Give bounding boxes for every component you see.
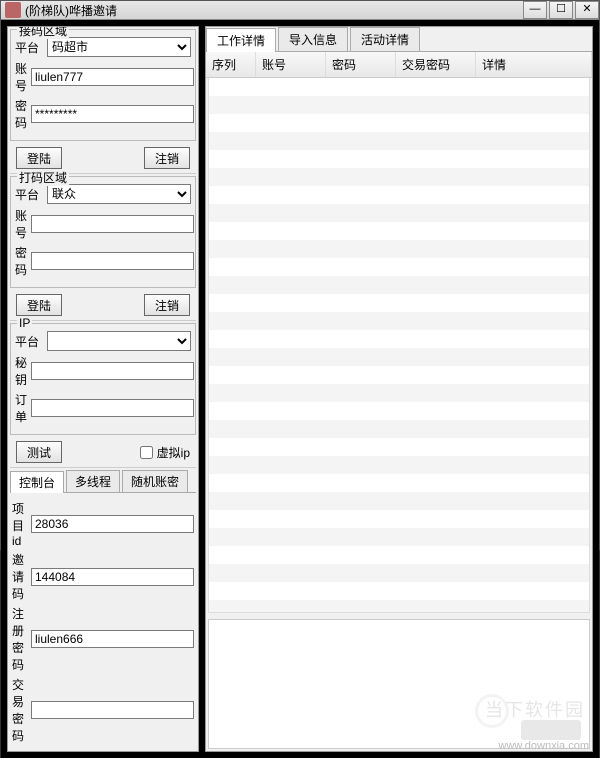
divider <box>10 467 196 468</box>
th-account[interactable]: 账号 <box>256 52 326 77</box>
trade-pwd-label: 交易密码 <box>12 676 27 744</box>
coder-logout-button[interactable]: 注销 <box>144 294 190 316</box>
ip-platform-select[interactable] <box>47 331 191 351</box>
receiver-group: 接码区域 平台 码超市 账号 密码 <box>10 29 196 141</box>
titlebar[interactable]: (阶梯队)哗播邀请 — ☐ ✕ <box>1 1 599 20</box>
coder-platform-select[interactable]: 联众 <box>47 184 191 204</box>
coder-password-label: 密码 <box>15 244 27 278</box>
log-placeholder <box>521 720 581 740</box>
virtual-ip-label: 虚拟ip <box>157 444 190 461</box>
reg-pwd-input[interactable] <box>31 630 194 648</box>
receiver-password-input[interactable] <box>31 105 194 123</box>
app-window: (阶梯队)哗播邀请 — ☐ ✕ 接码区域 平台 码超市 账号 密码 <box>0 0 600 550</box>
receiver-account-input[interactable] <box>31 68 194 86</box>
ip-order-input[interactable] <box>31 399 194 417</box>
receiver-title: 接码区域 <box>17 26 69 39</box>
receiver-password-label: 密码 <box>15 97 27 131</box>
coder-password-input[interactable] <box>31 252 194 270</box>
minimize-button[interactable]: — <box>523 1 547 19</box>
invite-code-input[interactable] <box>31 568 194 586</box>
coder-account-input[interactable] <box>31 215 194 233</box>
coder-title: 打码区域 <box>17 169 69 186</box>
ip-key-label: 秘钥 <box>15 354 27 388</box>
left-panel: 接码区域 平台 码超市 账号 密码 登陆 注销 <box>7 26 199 752</box>
coder-account-label: 账号 <box>15 207 27 241</box>
receiver-account-label: 账号 <box>15 60 27 94</box>
invite-code-label: 邀请码 <box>12 551 27 602</box>
tab-import-info[interactable]: 导入信息 <box>278 27 348 51</box>
coder-group: 打码区域 平台 联众 账号 密码 <box>10 176 196 288</box>
log-area[interactable] <box>208 619 590 749</box>
tab-console[interactable]: 控制台 <box>10 471 64 493</box>
maximize-button[interactable]: ☐ <box>549 1 573 19</box>
right-panel: 工作详情 导入信息 活动详情 序列 账号 密码 交易密码 详情 <box>205 26 593 752</box>
content-area: 接码区域 平台 码超市 账号 密码 登陆 注销 <box>1 20 599 758</box>
tab-work-detail[interactable]: 工作详情 <box>206 28 276 52</box>
th-detail[interactable]: 详情 <box>476 52 592 77</box>
project-id-input[interactable] <box>31 515 194 533</box>
console-panel: 项目id 邀请码 注册密码 交易密码 <box>8 493 198 751</box>
coder-login-button[interactable]: 登陆 <box>16 294 62 316</box>
receiver-logout-button[interactable]: 注销 <box>144 147 190 169</box>
ip-order-label: 订单 <box>15 391 27 425</box>
close-button[interactable]: ✕ <box>575 1 599 19</box>
tab-random[interactable]: 随机账密 <box>122 470 188 492</box>
virtual-ip-checkbox[interactable] <box>140 446 153 459</box>
window-title: (阶梯队)哗播邀请 <box>25 2 521 19</box>
table-body[interactable] <box>208 78 590 613</box>
receiver-login-button[interactable]: 登陆 <box>16 147 62 169</box>
reg-pwd-label: 注册密码 <box>12 605 27 673</box>
ip-platform-label: 平台 <box>15 333 43 350</box>
bottom-tabs: 控制台 多线程 随机账密 <box>10 470 196 493</box>
receiver-platform-label: 平台 <box>15 39 43 56</box>
trade-pwd-input[interactable] <box>31 701 194 719</box>
right-tabs: 工作详情 导入信息 活动详情 <box>206 27 592 52</box>
th-password[interactable]: 密码 <box>326 52 396 77</box>
app-icon <box>5 2 21 18</box>
ip-title: IP <box>17 316 32 330</box>
tab-activity-detail[interactable]: 活动详情 <box>350 27 420 51</box>
coder-platform-label: 平台 <box>15 186 43 203</box>
table-header: 序列 账号 密码 交易密码 详情 <box>206 52 592 78</box>
th-seq[interactable]: 序列 <box>206 52 256 77</box>
divider <box>10 320 196 321</box>
th-trade-pwd[interactable]: 交易密码 <box>396 52 476 77</box>
project-id-label: 项目id <box>12 500 27 548</box>
receiver-platform-select[interactable]: 码超市 <box>47 37 191 57</box>
ip-group: IP 平台 秘钥 订单 <box>10 323 196 435</box>
tab-thread[interactable]: 多线程 <box>66 470 120 492</box>
ip-key-input[interactable] <box>31 362 194 380</box>
ip-test-button[interactable]: 测试 <box>16 441 62 463</box>
